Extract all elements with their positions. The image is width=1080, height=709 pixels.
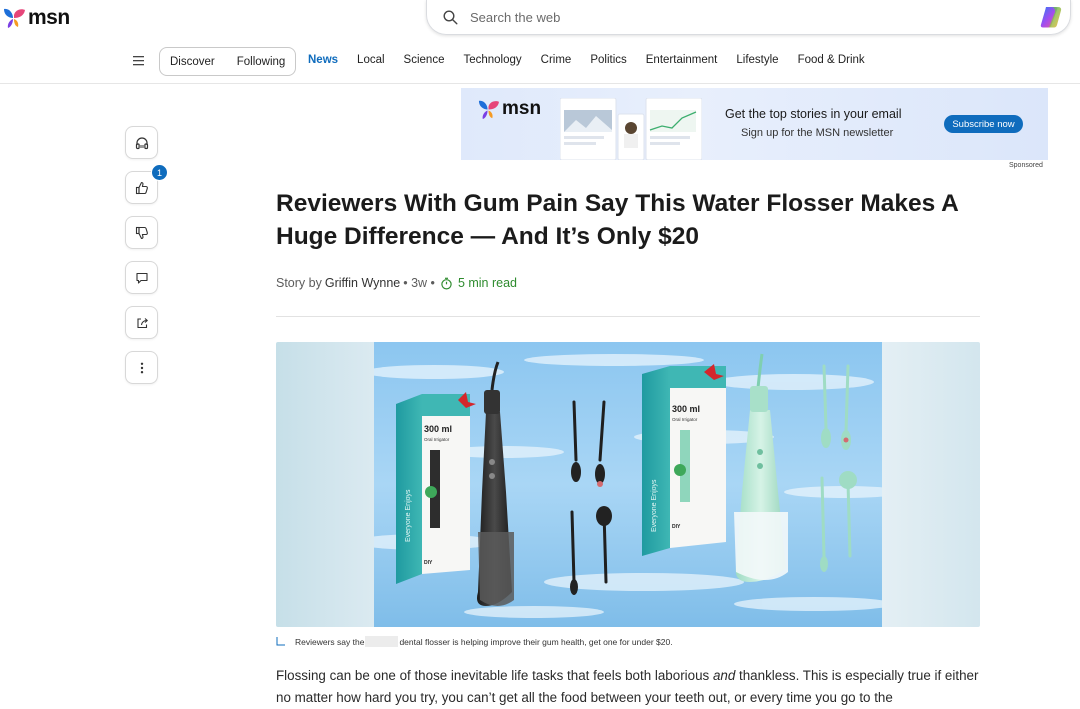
hero-image[interactable]: 300 ml Oral Irrigator DIY Everyone Enjoy…: [276, 342, 980, 627]
right-box-brand: Everyone Enjoys: [651, 479, 658, 532]
newsletter-ad-banner[interactable]: msn Get the top stories in your email Si…: [461, 88, 1048, 160]
category-nav: Discover Following News Local Science Te…: [0, 40, 1080, 84]
hamburger-menu-icon[interactable]: [133, 56, 145, 66]
following-tab[interactable]: Following: [237, 56, 286, 68]
left-box-capacity: 300 ml: [424, 424, 452, 434]
share-button[interactable]: [125, 306, 158, 339]
caption-corner-icon: [276, 636, 285, 645]
nav-lifestyle[interactable]: Lifestyle: [736, 54, 778, 66]
search-input[interactable]: [470, 9, 990, 25]
author-link[interactable]: Griffin Wynne: [325, 276, 400, 290]
butterfly-icon: [4, 8, 25, 28]
comment-icon: [135, 272, 148, 284]
ad-msn-logo: msn: [477, 98, 541, 120]
nav-links: News Local Science Technology Crime Poli…: [308, 54, 884, 66]
thumbs-up-icon: [135, 181, 148, 194]
comment-button[interactable]: [125, 261, 158, 294]
image-caption: Reviewers say the dental flosser is help…: [276, 636, 673, 647]
nav-technology[interactable]: Technology: [463, 54, 521, 66]
search-icon: [443, 9, 458, 25]
more-options-button[interactable]: [125, 351, 158, 384]
ad-subtitle: Sign up for the MSN newsletter: [741, 127, 894, 139]
article-age: • 3w •: [403, 276, 435, 290]
thumbs-down-icon: [135, 226, 148, 239]
butterfly-icon: [478, 100, 499, 119]
search-bar[interactable]: [426, 0, 1071, 35]
left-box-brand: Everyone Enjoys: [405, 489, 412, 542]
water-flosser-product-photo: 300 ml Oral Irrigator DIY Everyone Enjoy…: [374, 342, 882, 627]
article-body-paragraph: Flossing can be one of those inevitable …: [276, 665, 986, 709]
like-count-badge: 1: [151, 164, 168, 181]
article-headline: Reviewers With Gum Pain Say This Water F…: [276, 190, 958, 250]
ad-logo-text: msn: [502, 98, 542, 119]
nav-politics[interactable]: Politics: [590, 54, 626, 66]
caption-redacted-brand: [365, 636, 399, 647]
dislike-button[interactable]: [125, 216, 158, 249]
newsletter-preview-image: [560, 98, 702, 160]
caption-after: dental flosser is helping improve their …: [399, 636, 673, 647]
body-start: Flossing can be one of those inevitable …: [276, 668, 713, 683]
right-box-capacity: 300 ml: [672, 404, 700, 414]
copilot-button[interactable]: [1038, 4, 1064, 35]
right-box-product: Oral Irrigator: [672, 417, 698, 422]
read-time: 5 min read: [457, 276, 517, 290]
logo-text: msn: [28, 6, 70, 29]
stopwatch-icon: [441, 277, 452, 290]
nav-entertainment[interactable]: Entertainment: [646, 54, 718, 66]
subscribe-button[interactable]: Subscribe now: [944, 115, 1023, 133]
left-box-badge: DIY: [424, 560, 433, 566]
headphones-icon: [135, 136, 148, 149]
article-byline: Story by Griffin Wynne • 3w • 5 min read: [276, 276, 517, 290]
nav-crime[interactable]: Crime: [541, 54, 572, 66]
nav-science[interactable]: Science: [404, 54, 445, 66]
body-emphasis: and: [712, 668, 736, 683]
listen-button[interactable]: [125, 126, 158, 159]
feed-toggle: Discover Following: [159, 47, 297, 76]
nav-news[interactable]: News: [308, 54, 338, 66]
copilot-icon: [1040, 7, 1062, 28]
top-bar: msn: [0, 0, 1080, 40]
sponsored-label: Sponsored: [1009, 162, 1043, 169]
ad-title: Get the top stories in your email: [725, 107, 902, 121]
discover-tab[interactable]: Discover: [170, 56, 215, 68]
nav-local[interactable]: Local: [357, 54, 385, 66]
right-box-badge: DIY: [672, 524, 681, 530]
byline-divider: [276, 316, 980, 317]
nav-food-drink[interactable]: Food & Drink: [798, 54, 865, 66]
more-vertical-icon: [140, 362, 143, 373]
caption-before: Reviewers say the: [295, 636, 365, 647]
share-icon: [136, 317, 148, 328]
byline-prefix: Story by: [276, 276, 322, 290]
msn-logo[interactable]: msn: [2, 6, 70, 30]
left-box-product: Oral Irrigator: [424, 437, 450, 442]
